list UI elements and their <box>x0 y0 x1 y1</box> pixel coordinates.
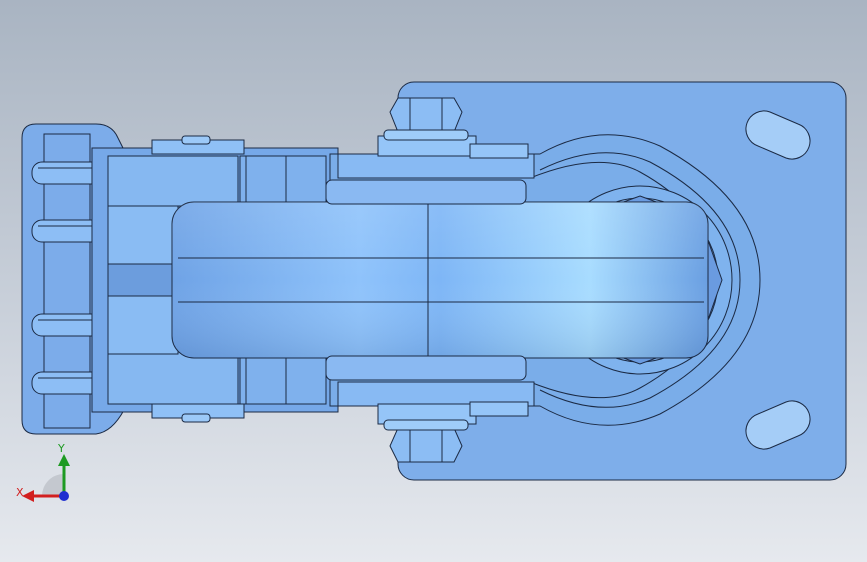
washer-bottom <box>383 419 469 431</box>
washer-top <box>383 129 469 141</box>
axis-triad-icon <box>22 454 70 502</box>
caster-wheel-assembly[interactable] <box>0 0 867 562</box>
x-axis-label: X <box>16 486 24 499</box>
wheel <box>171 179 709 381</box>
cad-viewport[interactable]: X Y <box>0 0 867 562</box>
coordinate-triad: X Y <box>12 440 82 510</box>
hex-nut-bottom <box>389 427 463 463</box>
hex-nut-top <box>389 97 463 133</box>
y-axis-label: Y <box>58 442 65 455</box>
